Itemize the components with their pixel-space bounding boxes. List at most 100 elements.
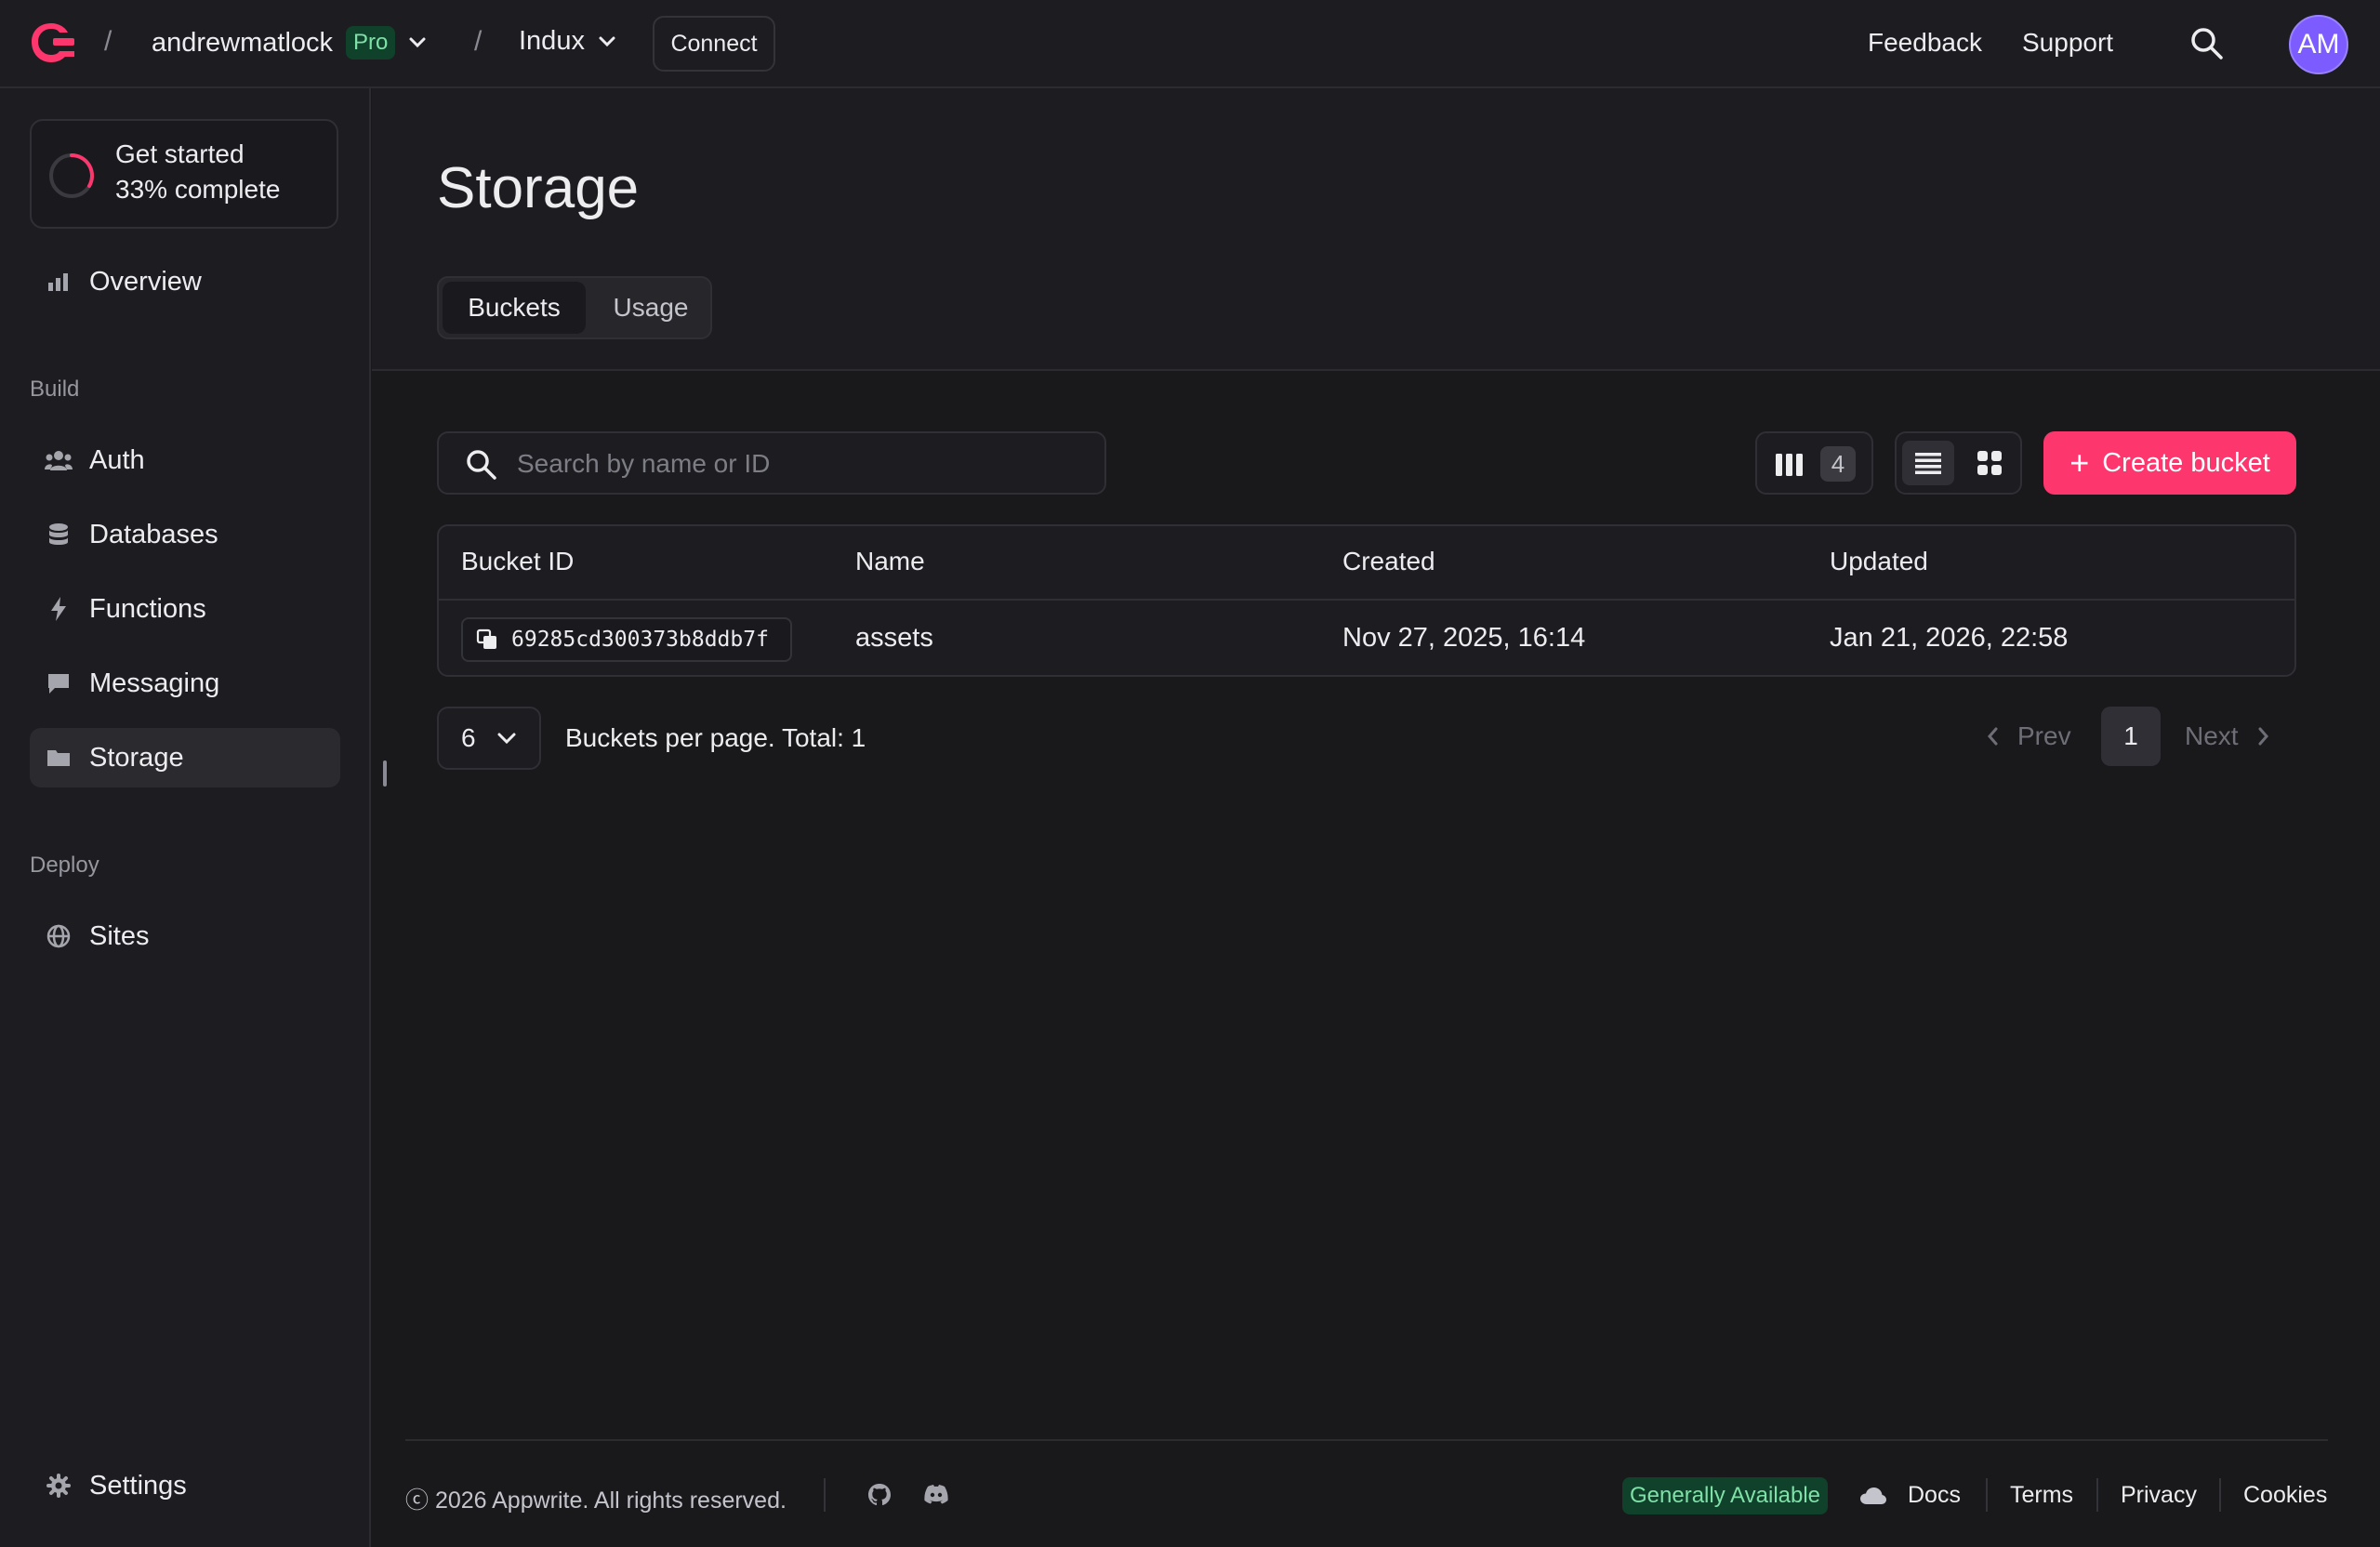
get-started-card[interactable]: Get started 33% complete	[30, 119, 338, 229]
footer-link-privacy[interactable]: Privacy	[2121, 1482, 2197, 1509]
sidebar-item-functions[interactable]: Functions	[30, 579, 340, 639]
search-field[interactable]	[437, 431, 1106, 495]
support-link[interactable]: Support	[2022, 28, 2113, 58]
plan-badge: Pro	[346, 26, 396, 60]
gear-icon	[45, 1472, 73, 1500]
page-number-button[interactable]: 1	[2101, 707, 2161, 766]
columns-icon	[1776, 454, 1803, 476]
tab-usage[interactable]: Usage	[591, 282, 710, 334]
chevron-left-icon	[1988, 727, 1998, 746]
sidebar-item-overview[interactable]: Overview	[30, 252, 340, 311]
sidebar-item-label: Sites	[89, 920, 150, 951]
page-header: Storage Buckets Usage	[372, 88, 2380, 371]
grid-icon	[1977, 451, 2002, 475]
footer-divider	[405, 1439, 2328, 1441]
table-header: Bucket ID Name Created Updated	[439, 526, 2294, 601]
view-toggle	[1895, 431, 2022, 495]
list-view-button[interactable]	[1902, 441, 1954, 485]
sidebar-item-label: Settings	[89, 1470, 187, 1501]
sidebar-resize-handle[interactable]	[383, 760, 387, 787]
per-page-value: 6	[461, 723, 476, 752]
sidebar-item-databases[interactable]: Databases	[30, 505, 340, 564]
page-title: Storage	[437, 156, 640, 220]
footer-link-cookies[interactable]: Cookies	[2243, 1482, 2327, 1509]
pagination-summary: Buckets per page. Total: 1	[565, 723, 866, 752]
column-header-name[interactable]: Name	[855, 547, 925, 576]
sidebar-item-label: Storage	[89, 742, 184, 773]
sidebar-item-label: Overview	[89, 266, 202, 297]
column-header-bucket-id[interactable]: Bucket ID	[461, 547, 574, 576]
appwrite-logo-icon[interactable]	[28, 20, 76, 63]
search-icon[interactable]	[2189, 26, 2225, 61]
footer-copyright: ⓒ 2026 Appwrite. All rights reserved.	[405, 1488, 787, 1514]
tabs: Buckets Usage	[437, 276, 712, 339]
project-name: Indux	[519, 26, 585, 56]
sidebar: Get started 33% complete Overview Build …	[0, 88, 371, 1547]
cloud-icon	[1860, 1488, 1886, 1504]
create-bucket-button[interactable]: + Create bucket	[2043, 431, 2296, 495]
copy-id-chip[interactable]: 69285cd300373b8ddb7f	[461, 617, 792, 662]
tab-buckets[interactable]: Buckets	[443, 282, 586, 334]
chevron-down-icon	[409, 37, 426, 48]
org-switcher[interactable]: andrewmatlock Pro	[152, 26, 427, 60]
sidebar-item-messaging[interactable]: Messaging	[30, 654, 340, 713]
org-name: andrewmatlock	[152, 27, 334, 58]
buckets-table: Bucket ID Name Created Updated 69285cd30…	[437, 524, 2296, 677]
top-bar: / andrewmatlock Pro / Indux Connect Feed…	[0, 0, 2380, 88]
footer-link-docs[interactable]: Docs	[1908, 1482, 1961, 1509]
sidebar-item-label: Functions	[89, 593, 206, 624]
chart-icon	[45, 268, 73, 296]
bucket-updated: Jan 21, 2026, 22:58	[1830, 623, 2069, 653]
sidebar-item-auth[interactable]: Auth	[30, 430, 340, 490]
database-icon	[45, 521, 73, 549]
next-page-button[interactable]: Next	[2185, 721, 2270, 751]
list-icon	[1915, 453, 1941, 474]
footer-separator	[2096, 1478, 2098, 1512]
search-icon	[467, 450, 496, 480]
search-input[interactable]	[517, 444, 1075, 483]
next-label: Next	[2185, 721, 2239, 750]
github-icon[interactable]	[866, 1482, 892, 1508]
users-icon	[45, 446, 73, 474]
globe-icon	[45, 922, 73, 950]
columns-button[interactable]: 4	[1755, 431, 1873, 495]
chat-icon	[45, 669, 73, 697]
lightning-icon	[45, 595, 73, 623]
get-started-progress: 33% complete	[115, 175, 281, 204]
chevron-down-icon	[599, 36, 615, 46]
footer-separator	[1986, 1478, 1988, 1512]
sidebar-item-sites[interactable]: Sites	[30, 906, 340, 966]
footer-link-terms[interactable]: Terms	[2010, 1482, 2073, 1509]
folder-icon	[45, 744, 73, 772]
breadcrumb-separator: /	[474, 26, 483, 57]
sidebar-item-label: Messaging	[89, 668, 220, 698]
sidebar-item-storage[interactable]: Storage	[30, 728, 340, 787]
chevron-down-icon	[497, 733, 516, 745]
prev-page-button[interactable]: Prev	[1986, 721, 2071, 751]
plus-icon: +	[2069, 443, 2090, 482]
footer-separator	[824, 1478, 826, 1512]
prev-label: Prev	[2017, 721, 2071, 750]
table-row[interactable]: 69285cd300373b8ddb7f assets Nov 27, 2025…	[439, 602, 2294, 675]
copy-icon	[476, 628, 498, 651]
project-switcher[interactable]: Indux	[519, 26, 616, 57]
get-started-title: Get started	[115, 139, 245, 168]
sidebar-item-label: Databases	[89, 519, 218, 549]
bucket-name: assets	[855, 623, 933, 653]
chevron-right-icon	[2258, 727, 2268, 746]
discord-icon[interactable]	[922, 1482, 950, 1508]
status-badge: Generally Available	[1622, 1477, 1829, 1514]
avatar[interactable]: AM	[2289, 15, 2348, 74]
connect-button[interactable]: Connect	[653, 16, 775, 72]
grid-view-button[interactable]	[1964, 441, 2016, 485]
column-header-created[interactable]: Created	[1342, 547, 1435, 576]
column-header-updated[interactable]: Updated	[1830, 547, 1928, 576]
sidebar-item-settings[interactable]: Settings	[30, 1456, 340, 1515]
feedback-link[interactable]: Feedback	[1868, 28, 1982, 58]
bucket-created: Nov 27, 2025, 16:14	[1342, 623, 1586, 653]
footer-separator	[2219, 1478, 2221, 1512]
per-page-select[interactable]: 6	[437, 707, 541, 770]
deploy-section-label: Deploy	[30, 853, 99, 878]
columns-count-badge: 4	[1820, 446, 1856, 482]
bucket-id: 69285cd300373b8ddb7f	[511, 628, 769, 652]
